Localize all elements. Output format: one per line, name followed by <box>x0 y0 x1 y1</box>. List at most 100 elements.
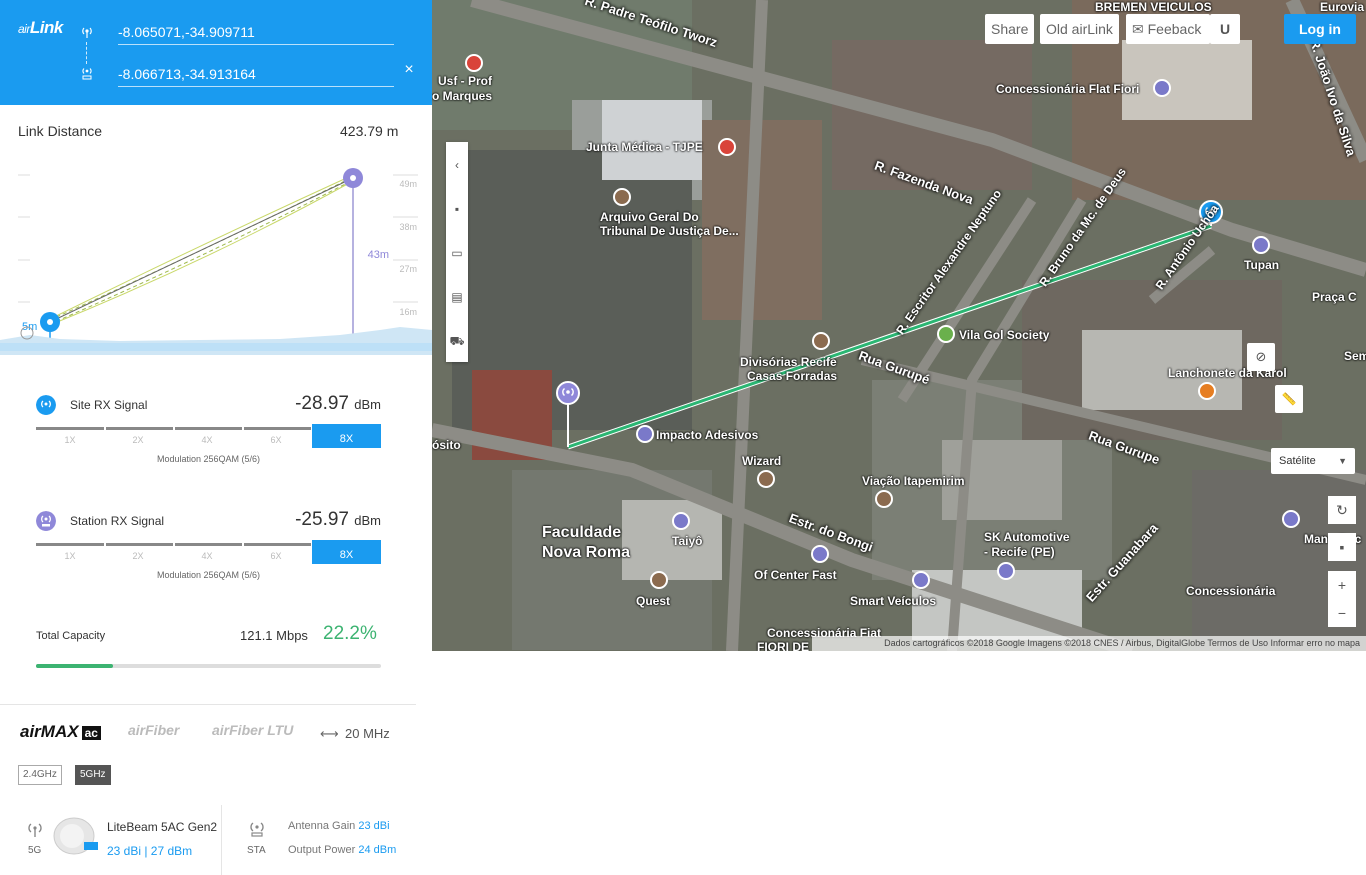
place-pin-icon[interactable] <box>613 188 631 206</box>
place-pin-icon[interactable] <box>875 490 893 508</box>
fresnel-lower <box>49 180 354 326</box>
fresnel-inner-lower <box>49 179 354 325</box>
station-mode-label: STA <box>247 845 266 856</box>
map-label: BREMEN VEICULOS <box>1095 0 1212 14</box>
place-pin-icon[interactable] <box>757 470 775 488</box>
fresnel-inner-upper <box>49 176 354 321</box>
height-tick-label: 16m <box>399 307 417 317</box>
shop-pin-icon[interactable] <box>1252 236 1270 254</box>
shop-pin-icon[interactable] <box>997 562 1015 580</box>
sports-pin-icon[interactable] <box>937 325 955 343</box>
device-config-panel: airMAX ac airFiber airFiber LTU ⟷ 20 MHz … <box>0 650 432 875</box>
map-label: Faculdade <box>542 524 622 541</box>
antenna-gain-value[interactable]: 23 dBi <box>358 820 389 832</box>
shop-pin-icon[interactable] <box>636 425 654 443</box>
map-label: Of Center Fast <box>754 568 837 582</box>
map-label: Concessionária <box>1186 584 1276 598</box>
folder-icon[interactable]: ▭ <box>446 242 468 264</box>
share-button[interactable]: Share <box>985 14 1035 44</box>
capacity-bar <box>36 664 381 668</box>
map-label: Divisórias Recife <box>740 355 837 369</box>
site-antenna-icon <box>82 27 92 38</box>
report-icon[interactable]: ▤ <box>446 286 468 308</box>
output-power: Output Power 24 dBm <box>288 844 397 856</box>
output-power-value[interactable]: 24 dBm <box>358 844 396 856</box>
restaurant-pin-icon[interactable] <box>1198 382 1216 400</box>
satellite-map[interactable]: BREMEN VEICULOS R. Padre Teófilo Tworz R… <box>432 0 1366 651</box>
station-mode-icon <box>250 822 264 837</box>
total-capacity-label: Total Capacity <box>36 630 106 642</box>
cart-icon[interactable]: ⛟ <box>446 330 468 352</box>
site-rx-active-modulation: 8X <box>312 424 381 448</box>
site-coordinates-input[interactable] <box>118 19 394 45</box>
feedback-icon: ✉ <box>1132 21 1148 37</box>
line-of-sight <box>49 177 354 323</box>
shop-pin-icon[interactable] <box>1282 510 1300 528</box>
map-label: Arquivo Geral Do <box>600 210 699 224</box>
product-tab-airmax[interactable]: airMAX ac <box>20 722 101 742</box>
zoom-in-button[interactable]: + <box>1328 571 1356 599</box>
shop-pin-icon[interactable] <box>811 545 829 563</box>
device-name[interactable]: LiteBeam 5AC Gen2 <box>107 820 217 834</box>
place-pin-icon[interactable] <box>650 571 668 589</box>
station-coordinates-input[interactable] <box>118 61 394 87</box>
shop-pin-icon[interactable] <box>912 571 930 589</box>
map-type-select[interactable]: Satélite ▼ <box>1271 448 1355 474</box>
station-rx-label: Station RX Signal <box>70 514 165 528</box>
channel-width-value[interactable]: 20 MHz <box>345 726 390 741</box>
site-marker-icon[interactable] <box>556 381 580 405</box>
link-details-panel: Link Distance 423.79 m 49m 38m 27m 16m 4… <box>0 105 446 650</box>
station-antenna-icon <box>36 511 56 531</box>
collapse-panel-button[interactable]: ‹ <box>446 154 468 176</box>
old-airlink-button[interactable]: Old airLink <box>1040 14 1119 44</box>
ubiquiti-logo-icon[interactable]: U <box>1210 14 1240 44</box>
divider <box>221 805 222 875</box>
zoom-out-button[interactable]: − <box>1328 599 1356 627</box>
login-button[interactable]: Log in <box>1284 14 1356 44</box>
save-icon[interactable]: ▪ <box>446 198 468 220</box>
clear-coordinates-button[interactable]: × <box>401 62 417 78</box>
chevron-down-icon: ▼ <box>1338 456 1347 466</box>
device-specs: 23 dBi | 27 dBm <box>107 844 193 858</box>
antenna-gain: Antenna Gain 23 dBi <box>288 820 390 832</box>
station-antenna-icon <box>82 68 92 80</box>
station-rx-modulation: Modulation 256QAM (5/6) <box>156 570 261 580</box>
shop-pin-icon[interactable] <box>672 512 690 530</box>
no-signal-icon[interactable]: ⊘ <box>1247 343 1275 371</box>
total-capacity-value: 121.1 Mbps <box>240 628 308 643</box>
map-label: Smart Veículos <box>850 594 937 608</box>
map-label: Sem <box>1344 349 1366 363</box>
left-panel: airLink × Link Distance 423.79 m <box>0 0 446 875</box>
feedback-button[interactable]: ✉ Feeback <box>1126 14 1210 44</box>
pegman-icon[interactable]: ▪ <box>1328 533 1356 561</box>
divider <box>0 704 416 705</box>
map-label: Nova Roma <box>542 544 631 561</box>
airlink-logo[interactable]: airLink <box>18 18 63 38</box>
product-tab-airfiber-ltu[interactable]: airFiber LTU <box>212 722 293 738</box>
site-endpoint-dot <box>47 319 53 325</box>
litebeam-device-image[interactable] <box>52 816 98 856</box>
elevation-profile-chart: 49m 38m 27m 16m 43m 5m <box>0 168 432 355</box>
site-antenna-icon <box>36 395 56 415</box>
antenna-5g-icon <box>28 823 42 837</box>
product-tab-airfiber[interactable]: airFiber <box>128 722 179 738</box>
ruler-icon[interactable]: 📏 <box>1275 385 1303 413</box>
map-label: Junta Médica - TJPE <box>586 140 703 154</box>
map-label: Viação Itapemirim <box>862 474 965 488</box>
place-pin-icon[interactable] <box>812 332 830 350</box>
map-label: Concessionária Flat Fiori <box>996 82 1140 96</box>
map-side-toolbar: ‹ ▪ ▭ ▤ ⛟ <box>446 142 468 362</box>
map-label: Praça C <box>1312 290 1357 304</box>
site-height-label: 5m <box>22 321 37 333</box>
band-24ghz-button[interactable]: 2.4GHz <box>18 765 62 785</box>
map-label: Impacto Adesivos <box>656 428 759 442</box>
map-label: Wizard <box>742 454 782 468</box>
shop-pin-icon[interactable] <box>1153 79 1171 97</box>
total-capacity-percent: 22.2% <box>323 623 377 644</box>
map-label: o Marques <box>432 89 493 103</box>
rotate-icon[interactable]: ↻ <box>1328 496 1356 524</box>
band-5ghz-button[interactable]: 5GHz <box>75 765 111 785</box>
hospital-pin-icon[interactable] <box>718 138 736 156</box>
map-label: Quest <box>636 594 671 608</box>
hospital-pin-icon[interactable] <box>465 54 483 72</box>
